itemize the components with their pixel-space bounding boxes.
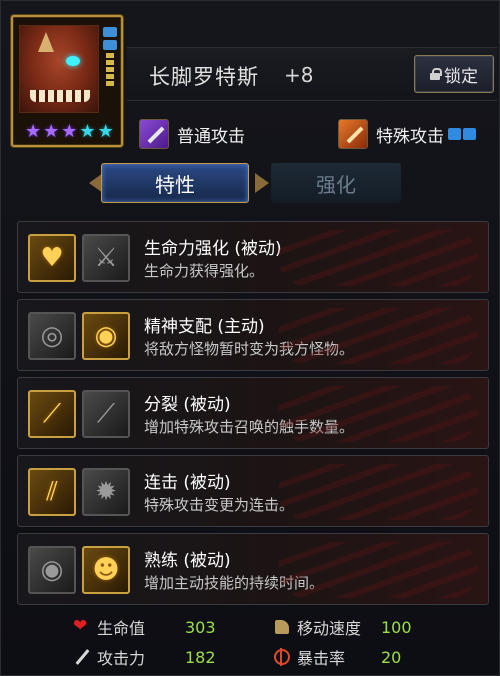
trait-desc: 增加特殊攻击召唤的触手数量。 (144, 418, 355, 436)
trait-item[interactable]: ⫽ ✹ 连击 (被动) 特殊攻击变更为连击。 (17, 455, 489, 527)
burst-icon: ✹ (82, 468, 130, 516)
mask-icon (448, 128, 461, 140)
swirl-icon: ◎ (28, 312, 76, 360)
heart-icon (73, 616, 91, 636)
crosshair-icon (273, 648, 291, 666)
stat-label: 移动速度 (297, 619, 362, 638)
trait-desc: 将敌方怪物暂时变为我方怪物。 (144, 340, 355, 358)
sword-icon (73, 648, 91, 666)
tab-traits[interactable]: 特性 (101, 163, 249, 203)
monster-name: 长脚罗特斯 (149, 65, 259, 89)
slash-icon: ⫽ (28, 468, 76, 516)
trait-name: 生命力强化 (被动) (144, 239, 282, 259)
stat-value: 20 (381, 647, 402, 667)
special-attack-icon (338, 119, 368, 149)
stat-value: 182 (185, 647, 216, 667)
tentacle-eye-icon: ◉ (28, 546, 76, 594)
boot-icon (273, 618, 291, 636)
arrow-right-icon (255, 173, 269, 193)
normal-attack-icon (139, 119, 169, 149)
trait-name: 分裂 (被动) (144, 395, 231, 415)
star-icon: ★ (61, 121, 78, 142)
shield-status-icon (103, 27, 117, 37)
stat-crit: 暴击率 20 (273, 645, 401, 669)
lock-button[interactable]: 锁定 (414, 55, 494, 93)
stat-value: 303 (185, 617, 216, 637)
trait-desc: 增加主动技能的持续时间。 (144, 574, 325, 592)
stats-panel: 生命值 303 攻击力 182 移动速度 100 暴击率 20 (73, 613, 493, 673)
normal-attack[interactable]: 普通攻击 (139, 119, 245, 149)
trait-name: 连击 (被动) (144, 473, 231, 493)
monster-portrait[interactable]: ★ ★ ★ ★ ★ (11, 15, 123, 147)
stat-label: 暴击率 (297, 649, 346, 668)
monster-level: +8 (284, 63, 314, 87)
stat-hp: 生命值 303 (73, 615, 216, 639)
normal-attack-label: 普通攻击 (177, 126, 245, 147)
split-spear-icon: ⟋ (28, 390, 76, 438)
portrait-status-icons (103, 27, 119, 88)
trait-desc: 生命力获得强化。 (144, 262, 265, 280)
lock-button-label: 锁定 (444, 66, 478, 87)
stat-label: 生命值 (97, 619, 146, 638)
stat-atk: 攻击力 182 (73, 645, 216, 669)
monster-face-icon: ☻ (82, 546, 130, 594)
stat-value: 100 (381, 617, 412, 637)
star-rating: ★ ★ ★ ★ ★ (25, 123, 114, 141)
trait-item[interactable]: ◉ ☻ 熟练 (被动) 增加主动技能的持续时间。 (17, 533, 489, 605)
star-icon: ★ (97, 121, 114, 142)
tab-enhance[interactable]: 强化 (271, 163, 401, 203)
monster-art (19, 25, 99, 113)
monster-detail-panel: ★ ★ ★ ★ ★ 长脚罗特斯 +8 锁定 普通攻击 特殊攻击 特性 强化 ♥ (0, 0, 500, 676)
stat-label: 攻击力 (97, 649, 146, 668)
shield-status-icon (463, 128, 476, 140)
special-attack[interactable]: 特殊攻击 (338, 119, 476, 149)
special-attack-label: 特殊攻击 (376, 126, 444, 147)
trait-item[interactable]: ♥ ⚔ 生命力强化 (被动) 生命力获得强化。 (17, 221, 489, 293)
lock-icon (430, 68, 442, 80)
tab-bar: 特性 强化 (89, 159, 419, 207)
star-icon: ★ (43, 121, 60, 142)
star-icon: ★ (79, 121, 96, 142)
trait-name: 精神支配 (主动) (144, 317, 265, 337)
heart-body-icon: ♥ (28, 234, 76, 282)
stat-speed: 移动速度 100 (273, 615, 412, 639)
special-attack-badges (448, 128, 476, 140)
shield-status-icon (103, 40, 117, 50)
star-icon: ★ (25, 121, 42, 142)
trait-item[interactable]: ⟋ ⟋ 分裂 (被动) 增加特殊攻击召唤的触手数量。 (17, 377, 489, 449)
trait-item[interactable]: ◎ ◉ 精神支配 (主动) 将敌方怪物暂时变为我方怪物。 (17, 299, 489, 371)
trait-list: ♥ ⚔ 生命力强化 (被动) 生命力获得强化。 ◎ ◉ 精神支配 (主动) 将敌… (17, 221, 489, 611)
trait-desc: 特殊攻击变更为连击。 (144, 496, 295, 514)
eye-icon: ◉ (82, 312, 130, 360)
trait-name: 熟练 (被动) (144, 551, 231, 571)
claw-icon: ⟋ (82, 390, 130, 438)
spikes-icon: ⚔ (82, 234, 130, 282)
